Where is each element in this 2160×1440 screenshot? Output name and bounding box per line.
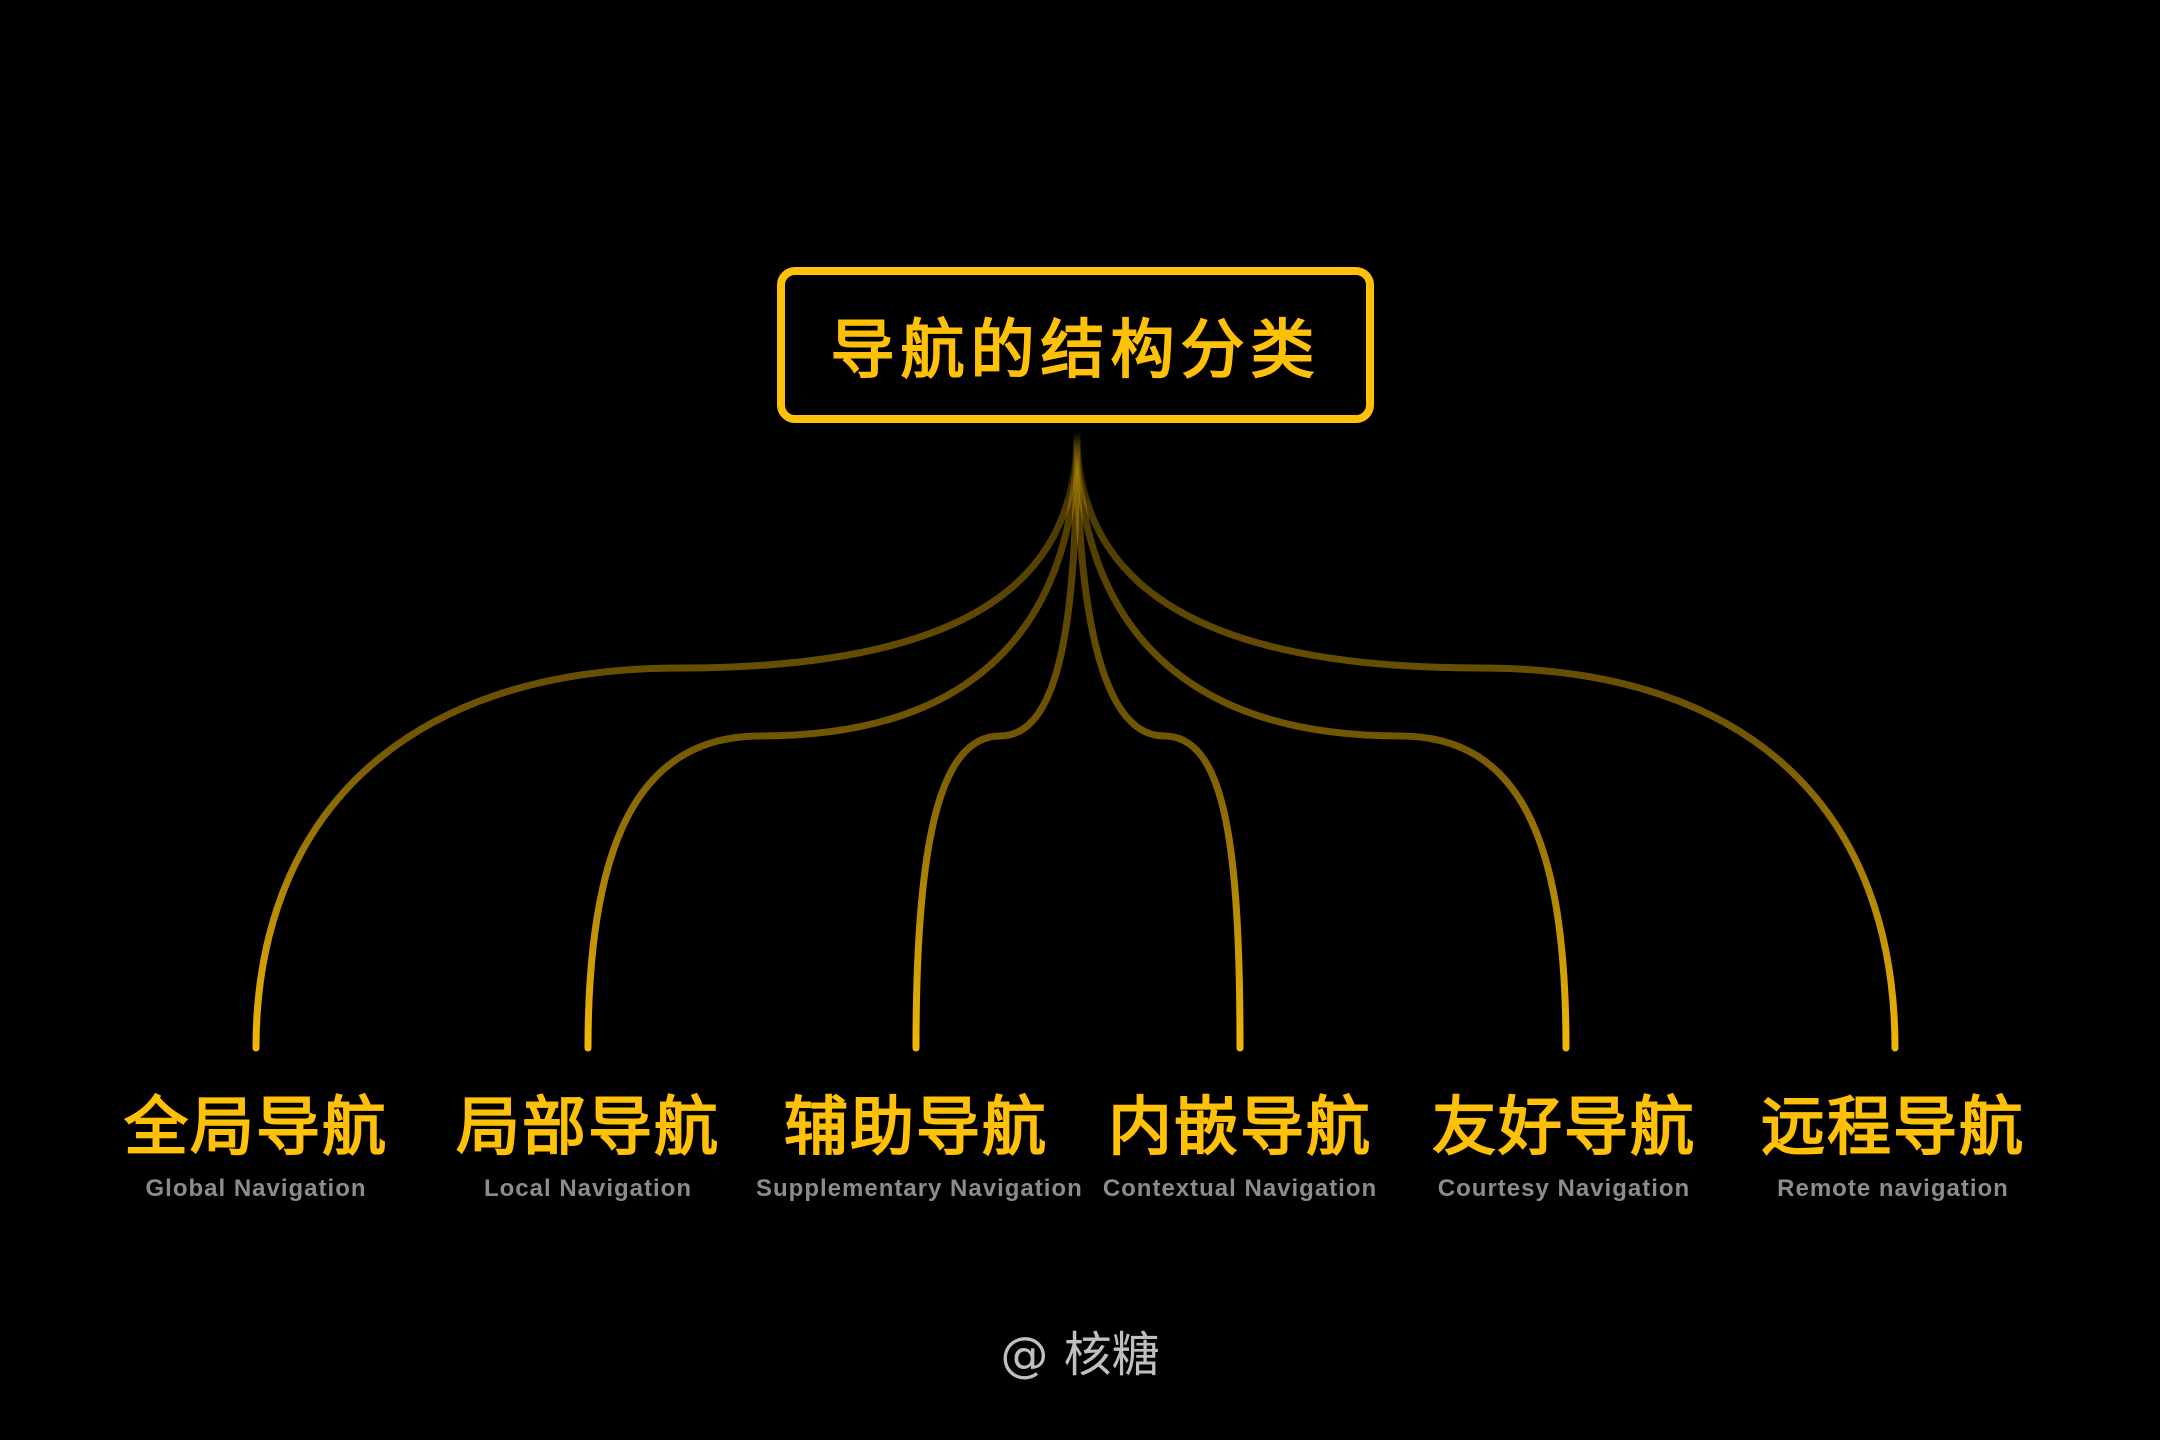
root-title: 导航的结构分类 [830,314,1321,388]
connector-remote [1073,428,1899,1052]
branch-title: 内嵌导航 [1108,1091,1372,1165]
branch-title: 全局导航 [124,1091,388,1165]
root-node: 导航的结构分类 [777,267,1374,423]
connector-local [584,428,1081,1052]
branch-title: 辅助导航 [784,1091,1048,1165]
branch-subtitle: Supplementary Navigation [756,1175,1083,1202]
branch-subtitle: Remote navigation [1777,1175,2009,1202]
connector-supplementary [912,428,1081,1052]
connector-lines [252,428,1899,1052]
branch-remote-navigation: 远程导航 Remote navigation [1733,1090,2053,1204]
branch-subtitle: Local Navigation [483,1175,693,1202]
branch-supplementary-navigation: 辅助导航 Supplementary Navigation [756,1090,1083,1204]
branch-global-navigation: 全局导航 Global Navigation [96,1090,416,1204]
branch-local-navigation: 局部导航 Local Navigation [428,1090,748,1204]
branch-title: 远程导航 [1761,1091,2025,1165]
branch-contextual-navigation: 内嵌导航 Contextual Navigation [1080,1090,1400,1204]
branch-subtitle: Global Navigation [145,1175,367,1202]
branch-subtitle: Contextual Navigation [1102,1175,1378,1202]
author-watermark: @ 核糖 [1000,1327,1160,1383]
connector-courtesy [1073,428,1570,1052]
connector-contextual [1073,428,1244,1052]
branch-courtesy-navigation: 友好导航 Courtesy Navigation [1404,1090,1724,1204]
branch-title: 局部导航 [456,1091,720,1165]
branch-subtitle: Courtesy Navigation [1437,1175,1691,1202]
connector-global [252,428,1081,1052]
branch-title: 友好导航 [1432,1091,1696,1165]
